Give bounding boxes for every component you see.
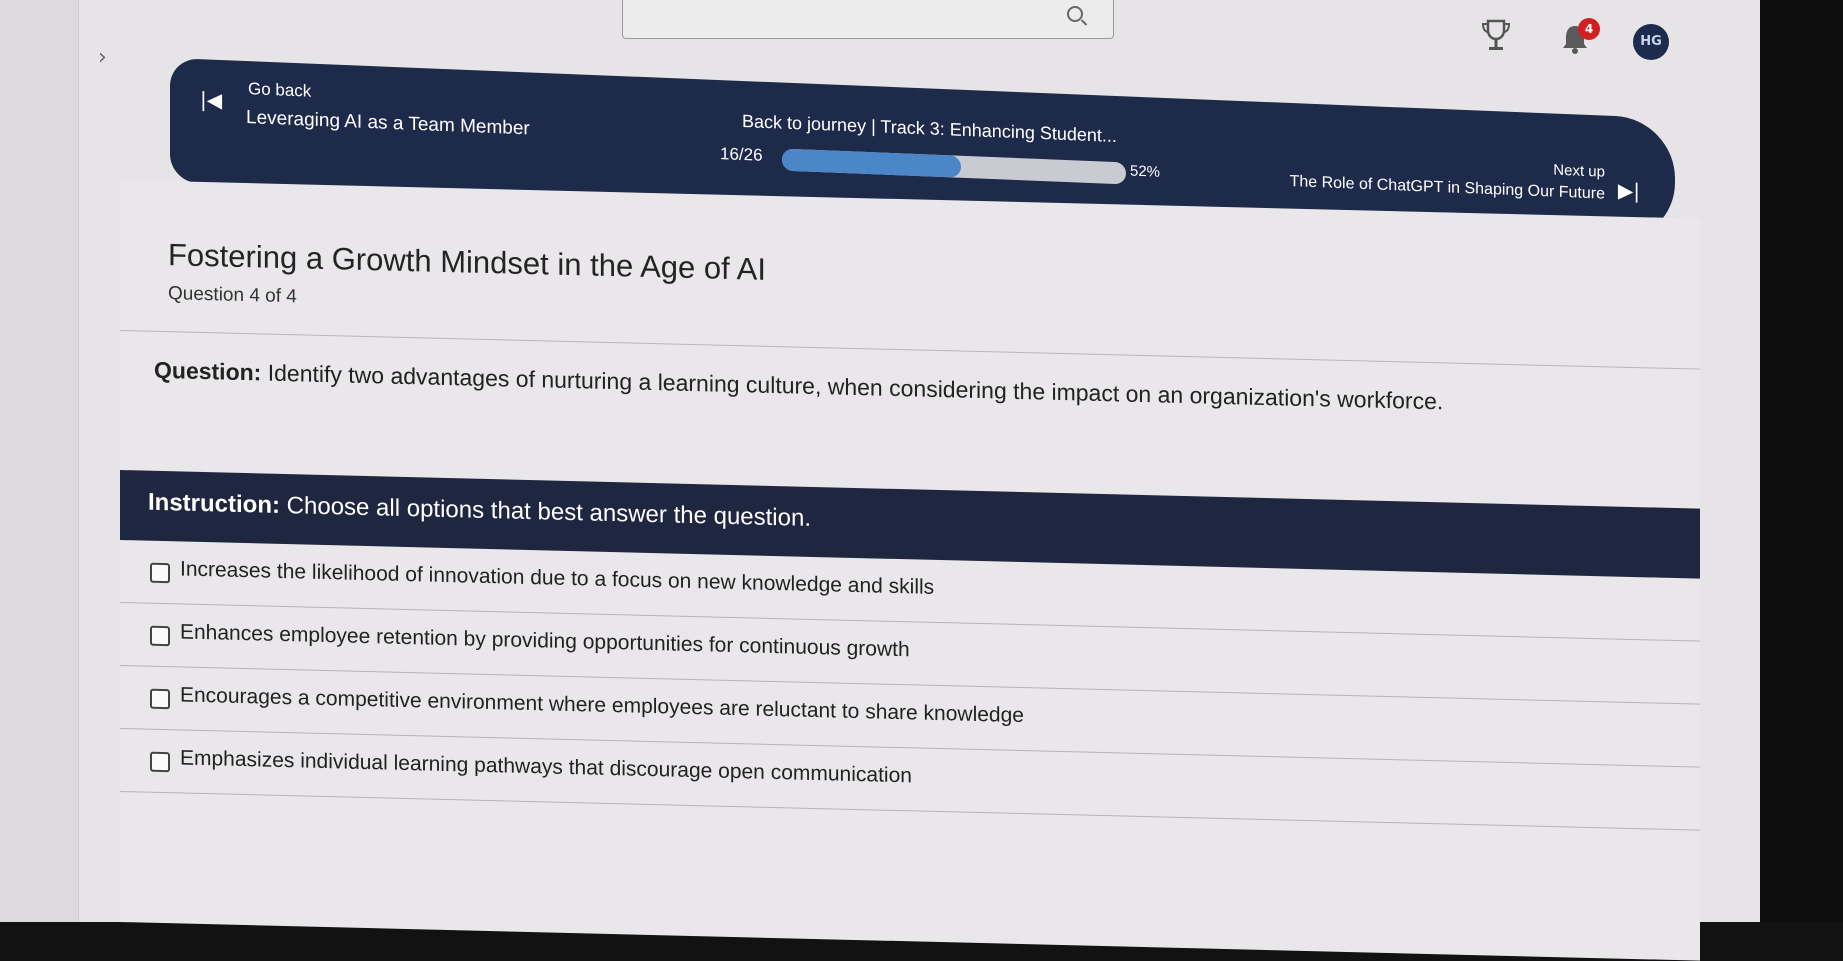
skip-previous-icon[interactable]: |◀: [200, 87, 222, 112]
option-checkbox[interactable]: [150, 751, 170, 773]
skip-next-icon[interactable]: ▶|: [1618, 178, 1640, 203]
previous-lesson-title[interactable]: Leveraging AI as a Team Member: [246, 107, 530, 140]
expand-sidebar-chevron-icon[interactable]: ›: [98, 45, 107, 70]
search-bar[interactable]: [622, 0, 1114, 39]
screen-bezel: [1760, 0, 1843, 922]
question-counter: Question 4 of 4: [168, 283, 297, 308]
instruction-prefix: Instruction:: [148, 488, 280, 519]
progress-percent: 52%: [1130, 162, 1161, 181]
option-checkbox[interactable]: [150, 562, 170, 584]
quiz-card: Fostering a Growth Mindset in the Age of…: [120, 180, 1700, 961]
option-label[interactable]: Enhances employee retention by providing…: [180, 620, 910, 662]
question-body: Identify two advantages of nurturing a l…: [261, 359, 1444, 415]
progress-bar-fill: [782, 148, 961, 178]
question-prefix: Question:: [154, 356, 262, 386]
notification-count-badge: 4: [1578, 18, 1600, 40]
trophy-icon[interactable]: [1480, 18, 1512, 54]
quiz-title: Fostering a Growth Mindset in the Age of…: [168, 237, 766, 287]
option-checkbox[interactable]: [150, 688, 170, 710]
option-label[interactable]: Increases the likelihood of innovation d…: [180, 557, 934, 599]
question-text: Question: Identify two advantages of nur…: [154, 353, 1624, 423]
option-label[interactable]: Encourages a competitive environment whe…: [180, 683, 1024, 728]
app-screen: › 4 HG |◀ Go back Leveraging AI as a Tea…: [0, 0, 1760, 961]
user-avatar[interactable]: HG: [1633, 24, 1669, 60]
sidebar-strip: [0, 0, 79, 922]
search-icon[interactable]: [1067, 6, 1083, 22]
back-to-journey-link[interactable]: Back to journey | Track 3: Enhancing Stu…: [742, 111, 1117, 147]
progress-count: 16/26: [720, 144, 763, 165]
option-label[interactable]: Emphasizes individual learning pathways …: [180, 746, 912, 788]
progress-bar: [782, 148, 1126, 185]
instruction-text: Instruction: Choose all options that bes…: [148, 489, 811, 533]
next-up-label: Next up: [1553, 161, 1605, 181]
instruction-body: Choose all options that best answer the …: [280, 491, 811, 532]
go-back-link[interactable]: Go back: [248, 79, 311, 102]
option-checkbox[interactable]: [150, 625, 170, 647]
